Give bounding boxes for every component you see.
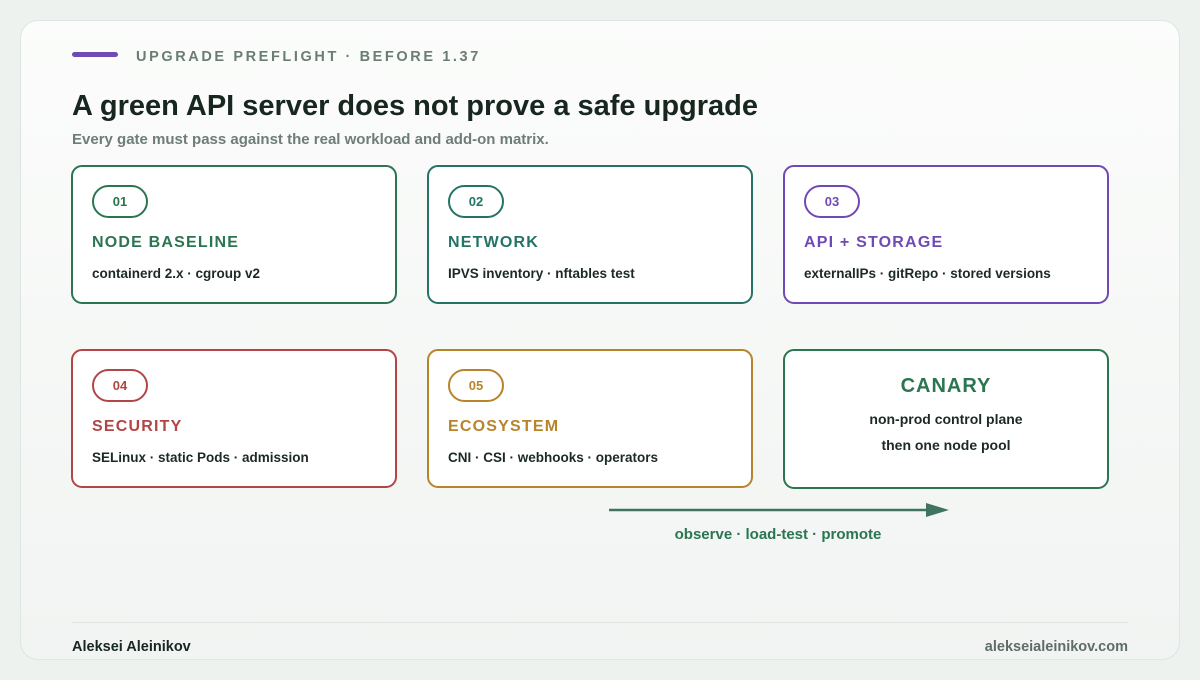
gate-number-badge: 02 — [448, 185, 504, 218]
flow-arrow-icon — [609, 503, 949, 517]
accent-bar — [72, 52, 118, 57]
page-title: A green API server does not prove a safe… — [72, 90, 759, 122]
gate-number-badge: 03 — [804, 185, 860, 218]
gate-title: ECOSYSTEM — [448, 418, 560, 435]
gate-detail: IPVS inventory · nftables test — [448, 266, 635, 281]
footer-divider — [72, 622, 1128, 623]
gate-title: NODE BASELINE — [92, 234, 240, 251]
gate-detail: CNI · CSI · webhooks · operators — [448, 450, 659, 465]
gate-detail: containerd 2.x · cgroup v2 — [92, 266, 261, 281]
gate-card-security: 04 SECURITY SELinux · static Pods · admi… — [71, 349, 397, 488]
gate-card-api-storage: 03 API + STORAGE externalIPs · gitRepo ·… — [783, 165, 1109, 304]
website-link[interactable]: alekseialeinikov.com — [985, 639, 1128, 655]
gate-number-badge: 04 — [92, 369, 148, 402]
gate-card-network: 02 NETWORK IPVS inventory · nftables tes… — [427, 165, 753, 304]
gate-card-node-baseline: 01 NODE BASELINE containerd 2.x · cgroup… — [71, 165, 397, 304]
gate-detail: externalIPs · gitRepo · stored versions — [804, 266, 1051, 281]
gate-detail: SELinux · static Pods · admission — [92, 450, 309, 465]
canary-card: CANARY non-prod control plane then one n… — [783, 349, 1109, 489]
flow-arrow-head — [926, 503, 949, 517]
canary-title: CANARY — [900, 375, 992, 397]
author-name: Aleksei Aleinikov — [72, 639, 191, 655]
gate-title: SECURITY — [92, 418, 183, 435]
page-subtitle: Every gate must pass against the real wo… — [72, 131, 549, 148]
gate-number-badge: 01 — [92, 185, 148, 218]
eyebrow-label: UPGRADE PREFLIGHT · BEFORE 1.37 — [136, 49, 481, 65]
gate-number-badge: 05 — [448, 369, 504, 402]
flow-label: observe · load-test · promote — [674, 526, 882, 543]
canary-line-1: non-prod control plane — [869, 411, 1023, 427]
canary-line-2: then one node pool — [881, 437, 1011, 453]
gate-title: NETWORK — [448, 234, 540, 251]
gate-title: API + STORAGE — [804, 234, 944, 251]
gate-card-ecosystem: 05 ECOSYSTEM CNI · CSI · webhooks · oper… — [427, 349, 753, 488]
